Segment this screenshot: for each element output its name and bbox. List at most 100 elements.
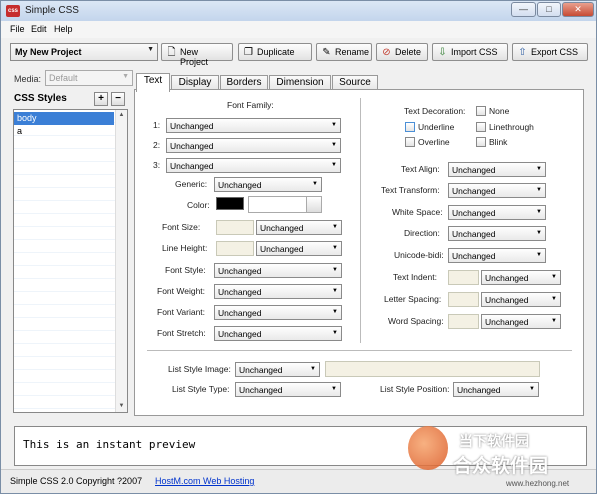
linethrough-label: Linethrough xyxy=(489,122,534,132)
text-transform-label: Text Transform: xyxy=(381,185,440,195)
scroll-down-icon[interactable]: ▼ xyxy=(116,401,127,412)
font-family-1-select[interactable]: Unchanged xyxy=(166,118,341,133)
color-swatch[interactable] xyxy=(216,197,244,210)
hosting-link[interactable]: HostM.com Web Hosting xyxy=(155,476,254,486)
export-css-button[interactable]: ⇧ Export CSS xyxy=(512,43,588,61)
generic-label: Generic: xyxy=(175,179,208,189)
duplicate-icon: ❐ xyxy=(244,47,253,58)
delete-button[interactable]: ⊘ Delete xyxy=(376,43,428,61)
text-decoration-label: Text Decoration: xyxy=(404,106,466,116)
list-style-position-label: List Style Position: xyxy=(380,384,450,394)
scrollbar[interactable]: ▲ ▼ xyxy=(115,110,127,412)
font-family-3-label: 3: xyxy=(153,160,161,170)
overline-checkbox[interactable] xyxy=(405,137,415,147)
white-space-select[interactable]: Unchanged xyxy=(448,205,546,220)
overline-label: Overline xyxy=(418,137,450,147)
list-item[interactable]: a xyxy=(14,125,114,138)
text-transform-select[interactable]: Unchanged xyxy=(448,183,546,198)
letter-spacing-unit-select[interactable]: Unchanged xyxy=(481,292,561,307)
new-project-button[interactable]: 🗋 New Project xyxy=(161,43,233,67)
section-divider xyxy=(147,350,572,351)
css-styles-title: CSS Styles xyxy=(14,93,67,104)
font-size-input[interactable] xyxy=(216,220,254,235)
font-weight-label: Font Weight: xyxy=(157,286,206,296)
styles-panel: Media: Default ▼ CSS Styles + − body a ▲… xyxy=(10,69,133,413)
toolbar: My New Project ▼ 🗋 New Project ❐ Duplica… xyxy=(1,39,596,67)
remove-style-button[interactable]: − xyxy=(111,92,125,106)
color-picker-button[interactable] xyxy=(306,197,321,212)
project-select[interactable]: My New Project ▼ xyxy=(10,43,158,61)
line-height-unit-select[interactable]: Unchanged xyxy=(256,241,342,256)
word-spacing-input[interactable] xyxy=(448,314,479,329)
font-style-select[interactable]: Unchanged xyxy=(214,263,342,278)
duplicate-label: Duplicate xyxy=(257,47,295,57)
text-indent-input[interactable] xyxy=(448,270,479,285)
list-style-image-select[interactable]: Unchanged xyxy=(235,362,320,377)
tab-text[interactable]: Text xyxy=(136,73,170,92)
font-variant-select[interactable]: Unchanged xyxy=(214,305,342,320)
underline-checkbox[interactable] xyxy=(405,122,415,132)
word-spacing-unit-select[interactable]: Unchanged xyxy=(481,314,561,329)
font-weight-select[interactable]: Unchanged xyxy=(214,284,342,299)
font-family-2-label: 2: xyxy=(153,140,161,150)
line-height-input[interactable] xyxy=(216,241,254,256)
chevron-down-icon: ▼ xyxy=(147,46,154,53)
title-bar: css Simple CSS — □ ✕ xyxy=(1,1,596,21)
letter-spacing-label: Letter Spacing: xyxy=(384,294,442,304)
font-size-label: Font Size: xyxy=(162,222,201,232)
direction-select[interactable]: Unchanged xyxy=(448,226,546,241)
underline-label: Underline xyxy=(418,122,455,132)
duplicate-button[interactable]: ❐ Duplicate xyxy=(238,43,312,61)
font-family-label: Font Family: xyxy=(227,100,274,110)
menu-help[interactable]: Help xyxy=(54,24,73,34)
list-style-position-select[interactable]: Unchanged xyxy=(453,382,539,397)
scroll-up-icon[interactable]: ▲ xyxy=(116,110,127,121)
generic-select[interactable]: Unchanged xyxy=(214,177,322,192)
styles-list: body a ▲ ▼ xyxy=(13,109,128,413)
add-style-button[interactable]: + xyxy=(94,92,108,106)
font-stretch-select[interactable]: Unchanged xyxy=(214,326,342,341)
minimize-button[interactable]: — xyxy=(511,2,536,17)
menu-edit[interactable]: Edit xyxy=(31,24,47,34)
text-tab-panel: Font Family: 1: Unchanged 2: Unchanged 3… xyxy=(134,89,584,416)
text-indent-unit-select[interactable]: Unchanged xyxy=(481,270,561,285)
white-space-label: White Space: xyxy=(392,207,443,217)
import-css-button[interactable]: ⇩ Import CSS xyxy=(432,43,508,61)
pencil-icon: ✎ xyxy=(322,47,331,58)
text-align-select[interactable]: Unchanged xyxy=(448,162,546,177)
maximize-button[interactable]: □ xyxy=(537,2,561,17)
font-size-unit-select[interactable]: Unchanged xyxy=(256,220,342,235)
import-icon: ⇩ xyxy=(438,47,447,58)
close-button[interactable]: ✕ xyxy=(562,2,594,17)
list-style-type-select[interactable]: Unchanged xyxy=(235,382,341,397)
font-family-1-label: 1: xyxy=(153,120,161,130)
watermark-line1: 当下软件园 xyxy=(459,433,529,449)
media-select-value: Default xyxy=(49,73,78,83)
menu-bar: File Edit Help xyxy=(1,21,596,38)
app-window: css Simple CSS — □ ✕ File Edit Help My N… xyxy=(0,0,597,494)
none-checkbox[interactable] xyxy=(476,106,486,116)
unicode-bidi-label: Unicode-bidi: xyxy=(394,250,444,260)
list-item[interactable]: body xyxy=(14,112,114,125)
direction-label: Direction: xyxy=(404,228,440,238)
text-indent-label: Text Indent: xyxy=(393,272,437,282)
blink-checkbox[interactable] xyxy=(476,137,486,147)
list-style-image-url-input[interactable] xyxy=(325,361,540,377)
letter-spacing-input[interactable] xyxy=(448,292,479,307)
rename-button[interactable]: ✎ Rename xyxy=(316,43,372,61)
new-project-label: New Project xyxy=(180,47,209,67)
linethrough-checkbox[interactable] xyxy=(476,122,486,132)
media-select[interactable]: Default ▼ xyxy=(45,70,133,86)
font-family-3-select[interactable]: Unchanged xyxy=(166,158,341,173)
unicode-bidi-select[interactable]: Unchanged xyxy=(448,248,546,263)
import-css-label: Import CSS xyxy=(451,47,498,57)
delete-icon: ⊘ xyxy=(382,47,391,58)
delete-label: Delete xyxy=(395,47,422,57)
font-style-label: Font Style: xyxy=(165,265,206,275)
menu-file[interactable]: File xyxy=(10,24,25,34)
project-select-value: My New Project xyxy=(15,47,82,57)
media-label: Media: xyxy=(14,74,42,84)
copyright-text: Simple CSS 2.0 Copyright ?2007 xyxy=(10,476,143,486)
font-family-2-select[interactable]: Unchanged xyxy=(166,138,341,153)
watermark-url: www.hezhong.net xyxy=(506,479,570,488)
